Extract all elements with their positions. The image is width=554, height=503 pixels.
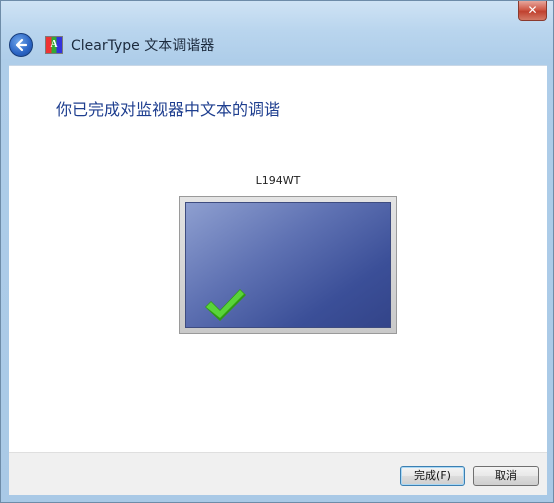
finish-button[interactable]: 完成(F) — [400, 466, 465, 486]
title-bar: A ClearType 文本调谐器 — [9, 29, 549, 61]
back-arrow-icon — [15, 38, 28, 52]
window-title: ClearType 文本调谐器 — [71, 38, 215, 54]
button-bar: 完成(F) 取消 — [9, 452, 547, 495]
checkmark-icon — [205, 289, 246, 321]
monitor-screen — [185, 202, 391, 328]
page-heading: 你已完成对监视器中文本的调谐 — [56, 100, 281, 119]
monitor-name: L194WT — [255, 174, 301, 187]
cleartype-app-icon: A — [45, 36, 63, 54]
cancel-button[interactable]: 取消 — [473, 466, 539, 486]
back-button[interactable] — [9, 33, 33, 57]
close-button[interactable]: ✕ — [518, 1, 547, 21]
monitor-illustration — [179, 196, 397, 334]
main-content: 你已完成对监视器中文本的调谐 L194WT — [9, 65, 547, 452]
cleartype-wizard-window: ✕ A ClearType 文本调谐器 你已完成对监视器中文本的调谐 L194W… — [0, 0, 554, 503]
close-icon: ✕ — [527, 3, 538, 17]
